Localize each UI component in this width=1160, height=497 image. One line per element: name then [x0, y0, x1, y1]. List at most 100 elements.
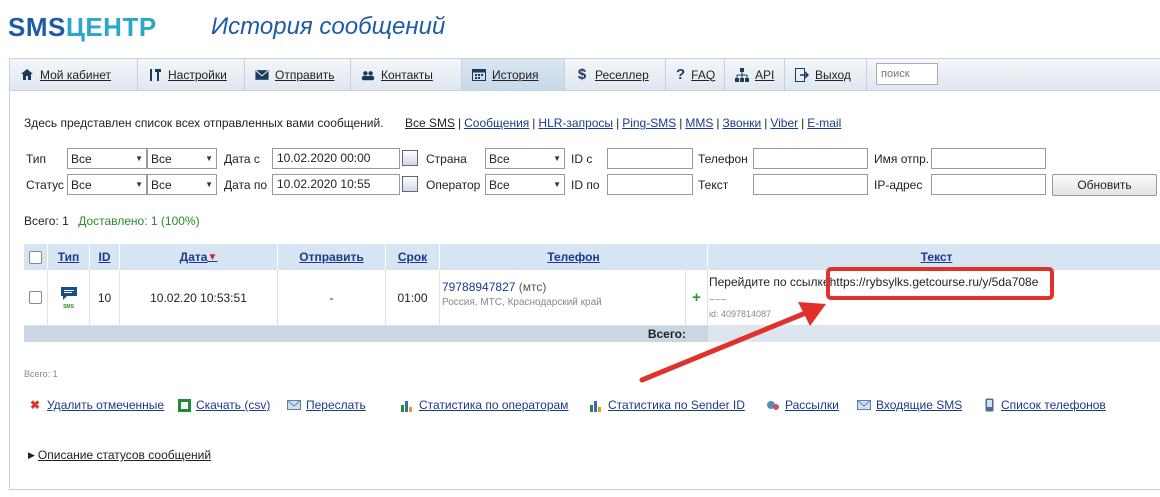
bar-chart-icon	[400, 399, 414, 412]
sender-input[interactable]	[931, 148, 1046, 169]
type-filter-links: Все SMS | Сообщения | HLR-запросы | Ping-SMS | M…	[405, 116, 842, 130]
filter-email[interactable]: E-mail	[807, 116, 841, 130]
phone-icon	[982, 398, 996, 412]
refresh-button[interactable]: Обновить	[1052, 174, 1157, 196]
nav-api[interactable]: API	[725, 59, 785, 90]
nav-label: Выход	[815, 67, 851, 82]
header-term[interactable]: Срок	[386, 244, 440, 270]
filter-messages[interactable]: Сообщения	[464, 116, 529, 130]
nav-label: Реселлер	[595, 67, 649, 82]
nav-faq[interactable]: ? FAQ	[666, 59, 725, 90]
ip-input[interactable]	[931, 174, 1046, 195]
nav-settings[interactable]: Настройки	[138, 59, 245, 90]
status-select-1[interactable]: Все ▼	[67, 174, 147, 195]
filter-ping-sms[interactable]: Ping-SMS	[622, 116, 676, 130]
search-input[interactable]	[876, 63, 938, 85]
main-nav: Мой кабинет Настройки Отправить Контакты…	[9, 58, 1160, 90]
header-send[interactable]: Отправить	[278, 244, 386, 270]
incoming-sms-action[interactable]: Входящие SMS	[857, 398, 962, 412]
total-value: 1	[62, 214, 69, 228]
nav-label: Настройки	[168, 67, 227, 82]
bottom-total: Всего: 1	[24, 369, 58, 379]
action-label: Входящие SMS	[876, 398, 963, 412]
text-label: Текст	[698, 178, 729, 192]
mailings-action[interactable]: Рассылки	[766, 398, 839, 412]
action-label: Скачать (csv)	[196, 398, 271, 412]
date-from-input[interactable]: 10.02.2020 00:00	[272, 148, 400, 169]
nav-label: Контакты	[381, 67, 433, 82]
sender-id-stats-action[interactable]: Статистика по Sender ID	[589, 398, 745, 412]
select-value: Все	[151, 177, 172, 192]
row-checkbox[interactable]	[29, 291, 42, 304]
action-label: Удалить отмеченные	[47, 398, 165, 412]
calendar-icon	[472, 68, 486, 82]
nav-label: Отправить	[275, 67, 335, 82]
header-id[interactable]: ID	[90, 244, 120, 270]
dollar-icon: $	[577, 66, 587, 83]
nav-label: FAQ	[691, 67, 716, 82]
chevron-down-icon: ▼	[553, 154, 561, 163]
header-phone[interactable]: Телефон	[440, 244, 708, 270]
sort-desc-icon: ▼	[207, 251, 218, 263]
filter-all-sms[interactable]: Все SMS	[405, 116, 455, 130]
phone-input[interactable]	[753, 148, 868, 169]
status-label: Статус	[26, 178, 64, 192]
chevron-down-icon: ▼	[135, 180, 143, 189]
nav-logout[interactable]: Выход	[785, 59, 867, 90]
delete-selected-action[interactable]: ✖ Удалить отмеченные	[28, 398, 164, 412]
operator-stats-action[interactable]: Статистика по операторам	[400, 398, 568, 412]
logo-sms: SMS	[8, 12, 66, 42]
nav-label: История	[492, 67, 539, 82]
phone-label: Телефон	[698, 152, 748, 166]
type-select-2[interactable]: Все ▼	[147, 148, 217, 169]
bar-chart-icon	[589, 399, 603, 412]
country-select[interactable]: Все ▼	[485, 148, 565, 169]
select-all-checkbox[interactable]	[29, 250, 42, 264]
select-value: Все	[71, 177, 92, 192]
phone-number-link[interactable]: 79788947827	[442, 280, 515, 294]
filter-hlr[interactable]: HLR-запросы	[538, 116, 613, 130]
filter-calls[interactable]: Звонки	[722, 116, 761, 130]
nav-history[interactable]: История	[462, 59, 565, 90]
people-icon	[361, 68, 375, 82]
row-send: -	[278, 270, 386, 326]
operator-select[interactable]: Все ▼	[485, 174, 565, 195]
calendar-icon[interactable]	[402, 176, 418, 192]
question-icon: ?	[676, 66, 686, 83]
action-label: Статистика по Sender ID	[608, 398, 745, 412]
row-term: 01:00	[386, 270, 440, 326]
envelope-icon	[287, 399, 301, 411]
nav-label: Мой кабинет	[40, 67, 112, 82]
nav-contacts[interactable]: Контакты	[351, 59, 462, 90]
id-from-input[interactable]	[607, 148, 693, 169]
nav-my-cabinet[interactable]: Мой кабинет	[10, 59, 138, 90]
status-description-toggle[interactable]: ▶ Описание статусов сообщений	[28, 448, 211, 462]
forward-action[interactable]: Переслать	[287, 398, 366, 412]
nav-reseller[interactable]: $ Реселлер	[565, 59, 666, 90]
status-select-2[interactable]: Все ▼	[147, 174, 217, 195]
header-date[interactable]: Дата ▼	[120, 244, 278, 270]
calendar-icon[interactable]	[402, 150, 418, 166]
triangle-right-icon: ▶	[28, 449, 35, 460]
phone-region: Россия, МТС, Краснодарский край	[442, 297, 602, 308]
header-type[interactable]: Тип	[48, 244, 90, 270]
network-icon	[735, 67, 749, 82]
date-to-input[interactable]: 10.02.2020 10:55	[272, 174, 400, 195]
sms-icon	[60, 286, 78, 304]
message-text-prefix: Перейдите по ссылке	[709, 275, 830, 289]
text-input[interactable]	[753, 174, 868, 195]
delivered-count: Доставлено: 1 (100%)	[78, 214, 200, 228]
download-csv-action[interactable]: Скачать (csv)	[177, 398, 270, 412]
filter-mms[interactable]: MMS	[685, 116, 713, 130]
tools-icon	[148, 68, 162, 82]
envelope-icon	[255, 68, 269, 82]
operator-name: (мтс)	[518, 280, 547, 294]
filter-viber[interactable]: Viber	[770, 116, 798, 130]
id-to-input[interactable]	[607, 174, 693, 195]
type-select-1[interactable]: Все ▼	[67, 148, 147, 169]
header-checkbox-cell	[24, 244, 48, 270]
action-label: Список телефонов	[1001, 398, 1106, 412]
phone-list-action[interactable]: Список телефонов	[982, 398, 1106, 412]
action-label: Статистика по операторам	[419, 398, 569, 412]
nav-send[interactable]: Отправить	[245, 59, 351, 90]
